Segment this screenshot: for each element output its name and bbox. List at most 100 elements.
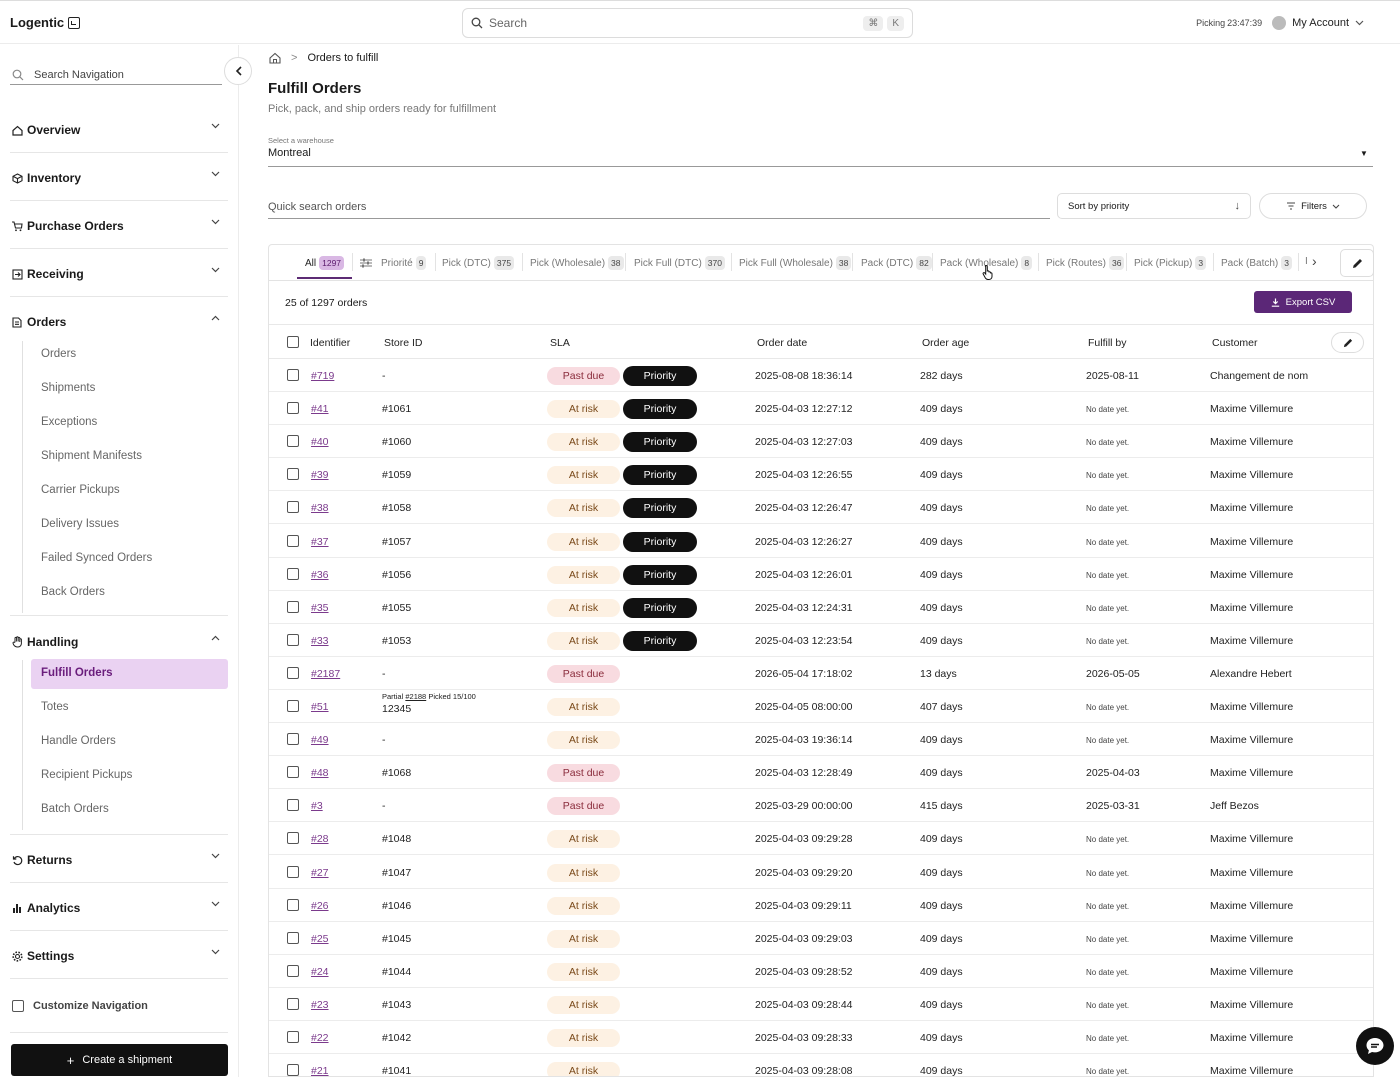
nav-section-analytics[interactable]: Analytics <box>10 898 228 918</box>
row-checkbox[interactable] <box>287 700 299 712</box>
nav-section-settings[interactable]: Settings <box>10 946 228 966</box>
nav-item-exceptions[interactable]: Exceptions <box>41 416 97 428</box>
tab-priorite[interactable]: Priorité 9 <box>360 256 427 270</box>
order-identifier-link[interactable]: #21 <box>311 1065 329 1076</box>
order-identifier-link[interactable]: #23 <box>311 999 329 1011</box>
warehouse-select[interactable]: Montreal <box>268 147 311 159</box>
chat-support-button[interactable] <box>1356 1027 1394 1065</box>
row-checkbox[interactable] <box>287 931 299 944</box>
order-identifier-link[interactable]: #719 <box>311 370 334 382</box>
nav-section-inventory[interactable]: Inventory <box>10 168 228 188</box>
order-identifier-link[interactable]: #49 <box>311 734 329 746</box>
table-row[interactable]: #38 #1058 At risk Priority 2025-04-03 12:26:… <box>269 491 1373 525</box>
order-identifier-link[interactable]: #2187 <box>311 668 340 680</box>
order-identifier-link[interactable]: #37 <box>311 536 329 548</box>
filters-button[interactable]: Filters <box>1259 193 1367 219</box>
row-checkbox[interactable] <box>287 766 299 779</box>
column-header-fulfill-by[interactable]: Fulfill by <box>1088 337 1127 349</box>
edit-columns-button[interactable] <box>1331 332 1364 353</box>
row-checkbox[interactable] <box>287 501 299 514</box>
order-identifier-link[interactable]: #27 <box>311 867 329 879</box>
nav-section-overview[interactable]: Overview <box>10 120 228 140</box>
nav-item-totes[interactable]: Totes <box>41 701 69 713</box>
caret-down-icon[interactable]: ▼ <box>1360 149 1368 158</box>
nav-section-returns[interactable]: Returns <box>10 850 228 870</box>
order-identifier-link[interactable]: #51 <box>311 701 329 713</box>
order-identifier-link[interactable]: #36 <box>311 569 329 581</box>
collapse-sidebar-button[interactable] <box>224 57 252 85</box>
order-identifier-link[interactable]: #38 <box>311 502 329 514</box>
table-row[interactable]: #33 #1053 At risk Priority 2025-04-03 12:23:… <box>269 624 1373 657</box>
nav-item-orders[interactable]: Orders <box>41 348 76 360</box>
row-checkbox[interactable] <box>287 468 299 481</box>
table-row[interactable]: #49 - At risk 2025-04-03 19:36:14 409 days No… <box>269 723 1373 757</box>
row-checkbox[interactable] <box>287 898 299 911</box>
nav-item-failed-synced-orders[interactable]: Failed Synced Orders <box>41 552 152 564</box>
account-menu[interactable]: My Account <box>1272 16 1364 30</box>
row-checkbox[interactable] <box>287 1064 299 1076</box>
table-row[interactable]: #39 #1059 At risk Priority 2025-04-03 12:26:… <box>269 458 1373 492</box>
nav-item-recipient-pickups[interactable]: Recipient Pickups <box>41 769 132 781</box>
row-checkbox[interactable] <box>287 865 299 878</box>
row-checkbox[interactable] <box>287 997 299 1010</box>
chevron-right-icon[interactable]: › <box>1312 253 1317 269</box>
tab-pick-pickup[interactable]: Pick (Pickup) 3 <box>1134 256 1207 270</box>
nav-section-purchase-orders[interactable]: Purchase Orders <box>10 216 228 236</box>
sort-select[interactable]: Sort by priority ↓ <box>1057 193 1251 219</box>
edit-tabs-button[interactable] <box>1340 249 1374 277</box>
tab-pack-dtc[interactable]: Pack (DTC) 82 <box>861 256 932 270</box>
nav-item-shipment-manifests[interactable]: Shipment Manifests <box>41 450 142 462</box>
order-identifier-link[interactable]: #26 <box>311 900 329 912</box>
order-identifier-link[interactable]: #24 <box>311 966 329 978</box>
order-identifier-link[interactable]: #35 <box>311 602 329 614</box>
row-checkbox[interactable] <box>287 799 299 812</box>
column-header-customer[interactable]: Customer <box>1212 337 1258 349</box>
table-row[interactable]: #27 #1047 At risk 2025-04-03 09:29:20 409 da… <box>269 856 1373 889</box>
app-logo[interactable]: Logentic <box>10 15 81 30</box>
nav-item-batch-orders[interactable]: Batch Orders <box>41 803 109 815</box>
tab-pick-dtc[interactable]: Pick (DTC) 375 <box>442 256 515 270</box>
nav-item-shipments[interactable]: Shipments <box>41 382 95 394</box>
select-all-checkbox[interactable] <box>287 336 299 348</box>
nav-item-fulfill-orders[interactable]: Fulfill Orders <box>41 667 113 679</box>
customize-navigation[interactable]: Customize Navigation <box>12 1000 148 1012</box>
tab-all[interactable]: All 1297 <box>305 256 345 270</box>
partial-order-link[interactable]: #2188 <box>405 692 426 701</box>
row-checkbox[interactable] <box>287 832 299 845</box>
column-header-order-date[interactable]: Order date <box>757 337 807 349</box>
tab-pick-full-dtc[interactable]: Pick Full (DTC) 370 <box>634 256 725 270</box>
create-shipment-button[interactable]: + Create a shipment <box>11 1044 228 1076</box>
table-row[interactable]: #26 #1046 At risk 2025-04-03 09:29:11 409 da… <box>269 889 1373 922</box>
table-row[interactable]: #35 #1055 At risk Priority 2025-04-03 12:24:… <box>269 591 1373 624</box>
tab-pick-wholesale[interactable]: Pick (Wholesale) 38 <box>530 256 624 270</box>
nav-item-back-orders[interactable]: Back Orders <box>41 586 105 598</box>
nav-section-handling[interactable]: Handling <box>10 632 228 652</box>
order-identifier-link[interactable]: #3 <box>311 800 323 812</box>
nav-section-orders[interactable]: Orders <box>10 312 228 332</box>
row-checkbox[interactable] <box>287 600 299 613</box>
row-checkbox[interactable] <box>287 666 299 679</box>
customize-checkbox[interactable] <box>12 1000 24 1012</box>
tab-pick-routes[interactable]: Pick (Routes) 36 <box>1046 256 1125 270</box>
global-search-input[interactable]: Search ⌘ K <box>462 8 913 38</box>
nav-item-handle-orders[interactable]: Handle Orders <box>41 735 116 747</box>
order-identifier-link[interactable]: #33 <box>311 635 329 647</box>
quick-search-input[interactable]: Quick search orders <box>268 201 1050 219</box>
nav-search-input[interactable]: Search Navigation <box>10 65 222 85</box>
export-csv-button[interactable]: Export CSV <box>1254 291 1352 313</box>
table-row[interactable]: #24 #1044 At risk 2025-04-03 09:28:52 409 da… <box>269 955 1373 988</box>
order-identifier-link[interactable]: #40 <box>311 436 329 448</box>
order-identifier-link[interactable]: #41 <box>311 403 329 415</box>
column-header-order-age[interactable]: Order age <box>922 337 969 349</box>
table-row[interactable]: #22 #1042 At risk 2025-04-03 09:28:33 409 da… <box>269 1021 1373 1054</box>
table-row[interactable]: #25 #1045 At risk 2025-04-03 09:29:03 409 da… <box>269 922 1373 955</box>
table-row[interactable]: #719 - Past due Priority 2025-08-08 18:36:14… <box>269 359 1373 392</box>
column-header-sla[interactable]: SLA <box>550 337 570 349</box>
row-checkbox[interactable] <box>287 567 299 580</box>
row-checkbox[interactable] <box>287 534 299 547</box>
table-row[interactable]: #36 #1056 At risk Priority 2025-04-03 12:26:… <box>269 558 1373 591</box>
row-checkbox[interactable] <box>287 369 299 381</box>
picking-timer[interactable]: Picking 23:47:39 <box>1196 18 1262 28</box>
tab-pick-full-wholesale[interactable]: Pick Full (Wholesale) 38 <box>739 256 852 270</box>
order-identifier-link[interactable]: #28 <box>311 833 329 845</box>
